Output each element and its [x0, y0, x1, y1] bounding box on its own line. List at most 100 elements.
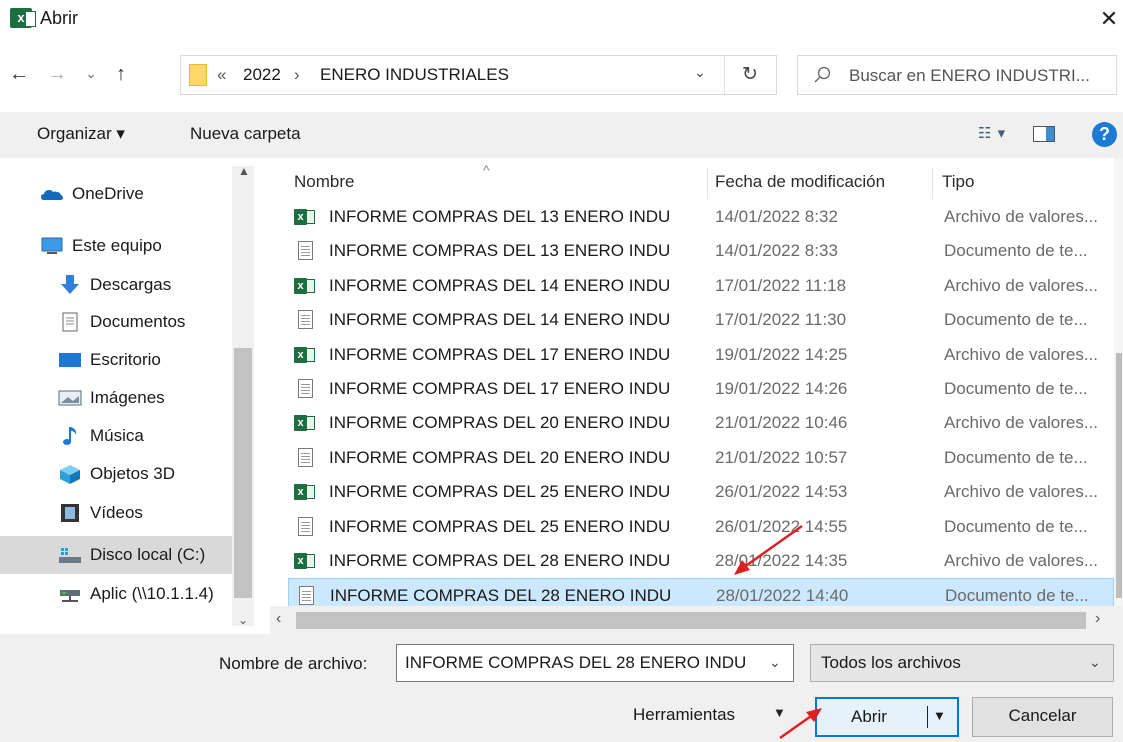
file-name: INFORME COMPRAS DEL 20 ENERO INDU	[329, 413, 671, 433]
new-folder-button[interactable]: Nueva carpeta	[190, 124, 301, 144]
open-button[interactable]: Abrir ▼	[815, 697, 959, 737]
horizontal-scrollbar[interactable]: ‹ ›	[270, 606, 1123, 634]
forward-arrow-icon[interactable]: →	[44, 60, 70, 88]
file-type-filter-select[interactable]: Todos los archivos ⌄	[810, 644, 1114, 682]
nav-item-desktop[interactable]: Escritorio	[0, 342, 232, 378]
cancel-button-label: Cancelar	[1008, 706, 1077, 725]
file-type: Archivo de valores...	[944, 344, 1099, 364]
nav-item-videos[interactable]: Vídeos	[0, 495, 232, 531]
file-row[interactable]: x INFORME COMPRAS DEL 25 ENERO INDU 26/01/…	[288, 475, 1114, 509]
nav-item-downloads[interactable]: Descargas	[0, 267, 232, 303]
recent-locations-chevron-icon[interactable]: ⌄	[78, 60, 104, 88]
back-arrow-icon[interactable]: ←	[6, 60, 32, 88]
file-row[interactable]: x INFORME COMPRAS DEL 14 ENERO INDU 17/01/…	[288, 269, 1114, 303]
scroll-left-icon[interactable]: ‹	[276, 610, 281, 628]
file-row[interactable]: INFORME COMPRAS DEL 17 ENERO INDU 19/01/2…	[288, 372, 1114, 406]
file-row[interactable]: INFORME COMPRAS DEL 13 ENERO INDU 14/01/2…	[288, 234, 1114, 268]
close-button[interactable]: ✕	[1096, 4, 1122, 34]
local-disk-icon	[59, 548, 81, 563]
filename-history-chevron-icon[interactable]: ⌄	[769, 654, 781, 671]
help-icon[interactable]: ?	[1092, 122, 1117, 147]
nav-item-label: Escritorio	[90, 350, 161, 369]
open-split-divider	[927, 706, 928, 728]
text-file-icon	[294, 310, 318, 330]
music-icon	[63, 427, 77, 445]
file-modified-date: 14/01/2022 8:32	[715, 207, 838, 226]
nav-item-network-drive[interactable]: Aplic (\\10.1.1.4)	[0, 576, 232, 612]
computer-icon	[41, 237, 63, 254]
file-list-scrollbar-thumb[interactable]	[1116, 353, 1122, 598]
filename-value: INFORME COMPRAS DEL 28 ENERO INDU	[405, 653, 747, 672]
file-type: Archivo de valores...	[944, 551, 1099, 570]
excel-csv-file-icon: x	[294, 482, 318, 502]
open-options-dropdown-icon[interactable]: ▼	[933, 708, 946, 723]
up-arrow-icon[interactable]: ↑	[108, 60, 134, 88]
text-file-icon	[295, 586, 319, 606]
column-header-date[interactable]: Fecha de modificación	[715, 172, 885, 192]
file-name: INFORME COMPRAS DEL 13 ENERO INDU	[329, 207, 671, 226]
nav-item-onedrive[interactable]: OneDrive	[0, 176, 232, 212]
file-list: ^ Nombre Fecha de modificación Tipo x INF…	[286, 158, 1123, 634]
file-row[interactable]: x INFORME COMPRAS DEL 17 ENERO INDU 19/01/…	[288, 338, 1114, 372]
nav-item-label: Disco local (C:)	[90, 545, 206, 564]
sort-ascending-icon: ^	[483, 162, 490, 178]
organize-menu-button[interactable]: Organizar ▾	[37, 124, 125, 144]
nav-item-music[interactable]: Música	[0, 418, 232, 454]
preview-pane-icon[interactable]	[1033, 126, 1055, 142]
column-header-name[interactable]: Nombre	[294, 172, 354, 192]
dialog-footer: Nombre de archivo: INFORME COMPRAS DEL 2…	[0, 634, 1123, 742]
horizontal-scrollbar-thumb[interactable]	[296, 612, 1086, 629]
file-row[interactable]: x INFORME COMPRAS DEL 28 ENERO INDU 28/01/…	[288, 544, 1114, 578]
nav-item-label: Descargas	[90, 275, 172, 294]
excel-csv-file-icon: x	[294, 276, 318, 296]
nav-scrollbar-thumb[interactable]	[234, 348, 252, 598]
breadcrumb-enero-industriales[interactable]: ENERO INDUSTRIALES	[320, 65, 509, 85]
search-placeholder: Buscar en ENERO INDUSTRI...	[849, 66, 1090, 85]
file-row[interactable]: x INFORME COMPRAS DEL 20 ENERO INDU 21/01/…	[288, 406, 1114, 440]
breadcrumb-separator: ›	[294, 65, 300, 84]
address-dropdown-chevron-icon[interactable]: ⌄	[694, 64, 706, 81]
nav-scroll-up-icon[interactable]: ▲	[238, 164, 250, 178]
column-divider[interactable]	[932, 168, 933, 198]
file-row[interactable]: INFORME COMPRAS DEL 14 ENERO INDU 17/01/2…	[288, 303, 1114, 337]
nav-item-pictures[interactable]: Imágenes	[0, 380, 232, 416]
file-type: Documento de te...	[944, 241, 1088, 261]
file-name: INFORME COMPRAS DEL 28 ENERO INDU	[330, 586, 672, 606]
cancel-button[interactable]: Cancelar	[972, 697, 1113, 737]
file-row[interactable]: INFORME COMPRAS DEL 25 ENERO INDU 26/01/2…	[288, 510, 1114, 544]
breadcrumb-2022[interactable]: 2022	[243, 65, 281, 85]
tools-menu-button[interactable]: Herramientas	[633, 705, 735, 725]
nav-item-label: Documentos	[90, 312, 186, 331]
file-modified-date: 21/01/2022 10:57	[715, 447, 848, 467]
file-type: Archivo de valores...	[944, 482, 1099, 502]
search-input[interactable]: Buscar en ENERO INDUSTRI...	[797, 55, 1117, 95]
breadcrumb-overflow[interactable]: «	[217, 65, 226, 85]
excel-csv-file-icon: x	[294, 345, 318, 365]
file-type: Archivo de valores...	[944, 207, 1099, 226]
nav-item-local-disk[interactable]: Disco local (C:)	[0, 536, 232, 574]
excel-csv-file-icon: x	[294, 207, 318, 227]
nav-item-label: OneDrive	[72, 184, 144, 203]
file-row[interactable]: x INFORME COMPRAS DEL 13 ENERO INDU 14/01/…	[288, 200, 1114, 234]
title-bar: x Abrir ✕	[0, 0, 1123, 38]
nav-item-3d-objects[interactable]: Objetos 3D	[0, 456, 232, 492]
cloud-icon	[41, 190, 63, 200]
column-divider[interactable]	[707, 168, 708, 198]
text-file-icon	[294, 241, 318, 261]
file-name: INFORME COMPRAS DEL 14 ENERO INDU	[329, 275, 671, 295]
file-modified-date: 17/01/2022 11:18	[715, 275, 847, 295]
excel-csv-file-icon: x	[294, 551, 318, 571]
folder-icon	[189, 64, 207, 86]
column-header-type[interactable]: Tipo	[942, 172, 974, 192]
filename-input[interactable]: INFORME COMPRAS DEL 28 ENERO INDU ⌄	[396, 644, 794, 682]
scroll-right-icon[interactable]: ›	[1095, 610, 1100, 628]
nav-item-this-pc[interactable]: Este equipo	[0, 228, 232, 264]
address-bar[interactable]: « 2022 › ENERO INDUSTRIALES ⌄ ↻	[180, 55, 777, 95]
refresh-icon[interactable]: ↻	[724, 56, 775, 94]
view-options-icon[interactable]: ☷ ▾	[978, 124, 1006, 142]
file-row[interactable]: INFORME COMPRAS DEL 20 ENERO INDU 21/01/2…	[288, 441, 1114, 475]
file-type-filter-value: Todos los archivos	[821, 653, 961, 672]
nav-item-documents[interactable]: Documentos	[0, 304, 232, 340]
annotation-arrow-icon	[734, 524, 803, 575]
nav-scroll-down-icon[interactable]: ⌄	[238, 613, 248, 627]
